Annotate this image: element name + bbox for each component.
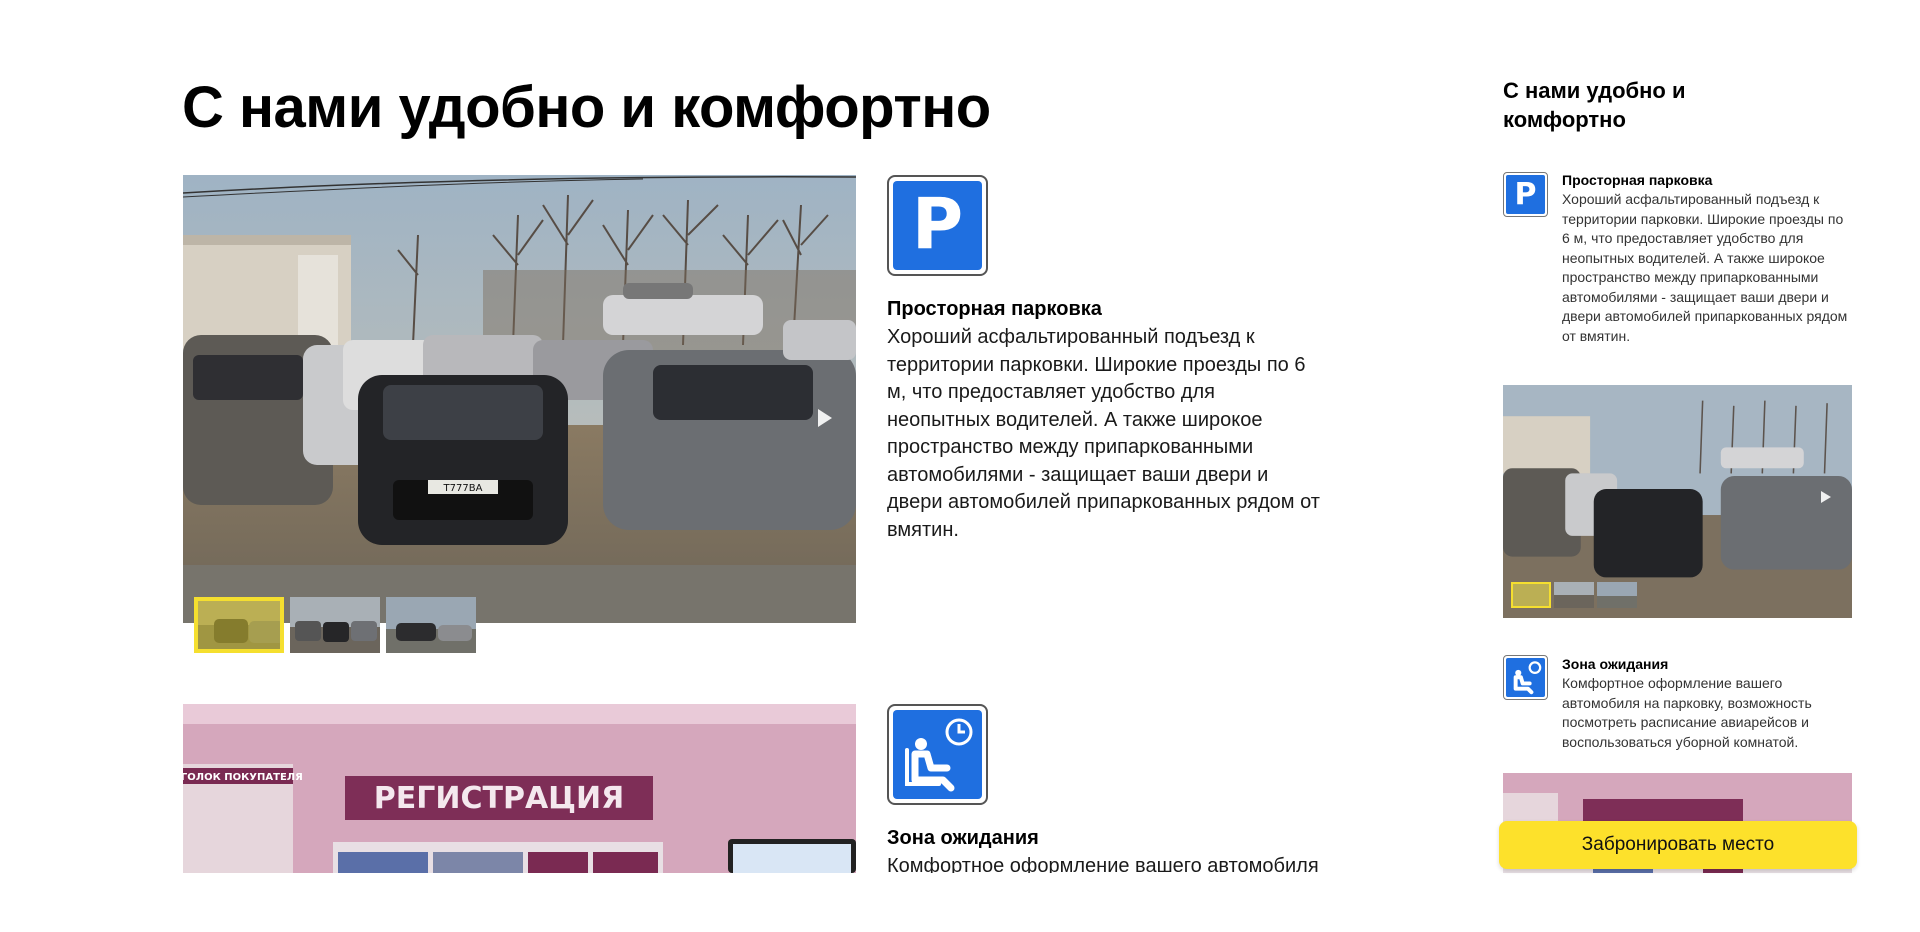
gallery-thumbnail[interactable] [290,597,380,653]
section-title: С нами удобно и комфортно [182,75,991,140]
feature-title: Просторная парковка [1562,172,1713,188]
parking-icon: P [1503,172,1548,217]
main-section: С нами удобно и комфортно Т777ВА P Прост… [0,0,1480,873]
plate-text: Т777ВА [443,483,483,494]
gallery-thumbnails [1511,582,1637,608]
feature-title: Зона ожидания [1562,656,1669,672]
waiting-area-photo[interactable]: УГОЛОК ПОКУПАТЕЛЯ РЕГИСТРАЦИЯ [183,704,856,873]
mobile-preview-section: С нами удобно и комфортно P Просторная п… [1500,72,1852,873]
gallery-thumbnail[interactable] [386,597,476,653]
next-slide-icon[interactable] [1821,491,1831,503]
gallery-thumbnails [194,597,476,653]
gallery-thumbnail[interactable] [1554,582,1594,608]
gallery-thumbnail[interactable] [1597,582,1637,608]
parking-gallery-photo[interactable]: Т777ВА [183,175,856,623]
next-slide-icon[interactable] [818,409,832,427]
parking-icon-glyph: P [1514,176,1537,212]
feature-description: Хороший асфальтированный подъезд к терри… [887,326,1320,541]
feature-title: Просторная парковка [887,298,1102,320]
feature-title: Зона ожидания [887,827,1039,849]
gallery-thumbnail[interactable] [1511,582,1551,608]
book-parking-button[interactable]: Забронировать место [1499,821,1857,869]
feature-description: Комфортное оформление вашего автомобиля … [887,855,1319,873]
registration-sign: РЕГИСТРАЦИЯ [374,781,624,816]
waiting-room-icon [887,704,988,805]
parking-icon-glyph: P [911,182,964,265]
feature-description: Комфортное оформление вашего автомобиля … [1562,675,1812,750]
waiting-room-icon [1503,655,1548,700]
gallery-thumbnail[interactable] [194,597,284,653]
parking-icon: P [887,175,988,276]
section-title: С нами удобно и комфортно [1503,78,1686,132]
feature-description: Хороший асфальтированный подъезд к терри… [1562,191,1848,344]
shop-corner-sign: УГОЛОК ПОКУПАТЕЛЯ [183,772,303,783]
